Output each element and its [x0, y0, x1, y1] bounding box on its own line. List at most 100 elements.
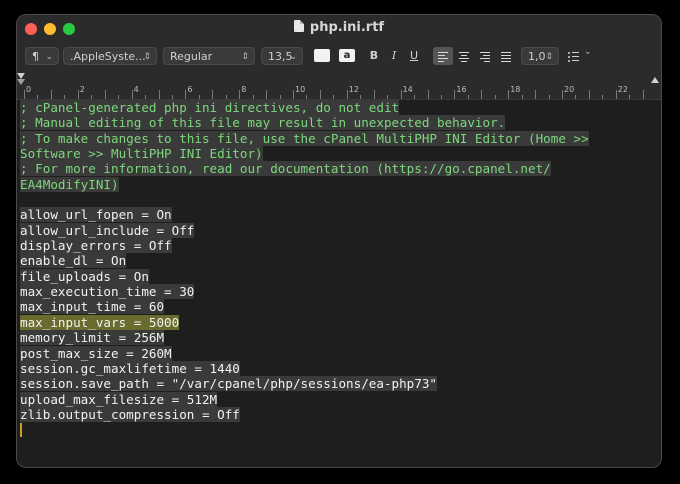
directive-line[interactable]: zlib.output_compression = Off	[20, 406, 640, 422]
line-text: ; Manual editing of this file may result…	[20, 115, 506, 131]
comment-line[interactable]: ; cPanel-generated php ini directives, d…	[20, 100, 640, 115]
comment-line[interactable]: ; For more information, read our documen…	[20, 161, 640, 177]
ruler[interactable]: 0 2 4 6 8 10 12 14 16 18 20 22	[17, 71, 661, 100]
ruler-label: 22	[617, 85, 628, 94]
comment-line[interactable]: ; To make changes to this file, use the …	[20, 130, 640, 146]
align-right-button[interactable]	[475, 47, 495, 65]
up-down-chevron-icon: ⇕	[545, 52, 553, 62]
ruler-tick	[481, 90, 483, 99]
line-text: max_input_time = 60	[20, 299, 165, 315]
font-style-popup[interactable]: Regular ⇕	[163, 47, 255, 65]
line-text: EA4ModifyINI)	[20, 176, 119, 192]
directive-line[interactable]: session.gc_maxlifetime = 1440	[20, 360, 640, 376]
ruler-label: 2	[79, 85, 85, 94]
window-title: php.ini.rtf	[309, 20, 385, 35]
ruler-tick	[225, 95, 227, 99]
directive-line[interactable]: post_max_size = 260M	[20, 345, 640, 361]
alignment-segmented-control	[433, 47, 519, 65]
line-text: display_errors = Off	[20, 238, 172, 254]
paragraph-style-popup[interactable]: ¶ ⌄	[25, 47, 59, 65]
ruler-tick	[185, 90, 187, 99]
directive-line[interactable]: file_uploads = On	[20, 268, 640, 284]
ruler-tick	[37, 95, 39, 99]
ruler-tick	[239, 90, 241, 99]
up-down-chevron-icon: ⇕	[143, 52, 151, 62]
comment-line[interactable]: EA4ModifyINI)	[20, 176, 640, 192]
align-left-button[interactable]	[433, 47, 453, 65]
italic-button[interactable]: I	[387, 47, 401, 65]
ruler-tick	[588, 90, 590, 99]
directive-line[interactable]: upload_max_filesize = 512M	[20, 391, 640, 407]
directive-line[interactable]: allow_url_include = Off	[20, 222, 640, 238]
textedit-window: php.ini.rtf ¶ ⌄ .AppleSyste... ⇕ Regular…	[16, 14, 662, 468]
line-text: memory_limit = 256M	[20, 330, 165, 346]
line-text: Software >> MultiPHP INI Editor)	[20, 146, 263, 162]
ruler-tick	[562, 90, 563, 99]
font-family-label: .AppleSyste...	[70, 50, 146, 63]
line-spacing-value: 1,0	[528, 50, 546, 63]
ruler-tick	[508, 90, 510, 99]
ruler-tick	[306, 95, 308, 99]
document-text-area[interactable]: ; cPanel-generated php ini directives, d…	[17, 100, 661, 467]
comment-line[interactable]: Software >> MultiPHP INI Editor)	[20, 146, 640, 162]
align-center-button[interactable]	[454, 47, 474, 65]
font-family-popup[interactable]: .AppleSyste... ⇕	[63, 47, 157, 65]
title-bar[interactable]: php.ini.rtf	[17, 15, 661, 43]
line-text: session.gc_maxlifetime = 1440	[20, 360, 240, 376]
ruler-label: 18	[510, 85, 521, 94]
chevron-down-icon: ⌄	[45, 52, 53, 62]
ruler-tick	[212, 90, 214, 99]
ruler-tick	[333, 95, 335, 99]
align-justify-button[interactable]	[496, 47, 516, 65]
window-title-group: php.ini.rtf	[17, 20, 661, 35]
directive-line[interactable]: allow_url_fopen = On	[20, 207, 640, 223]
bold-button[interactable]: B	[367, 47, 381, 65]
ruler-tick	[346, 90, 348, 99]
ruler-tick	[494, 95, 496, 99]
comment-line[interactable]: ; Manual editing of this file may result…	[20, 115, 640, 131]
line-text: ; cPanel-generated php ini directives, d…	[20, 100, 400, 115]
directive-line[interactable]: max_input_time = 60	[20, 299, 640, 315]
ruler-tick	[252, 95, 254, 99]
text-insertion-cursor	[20, 423, 22, 438]
underline-button[interactable]: U	[407, 47, 421, 65]
line-text: upload_max_filesize = 512M	[20, 391, 218, 407]
rtf-document-icon	[293, 20, 304, 32]
directive-line[interactable]: max_input_vars = 5000	[20, 314, 640, 330]
line-text: session.save_path = "/var/cpanel/php/ses…	[20, 376, 438, 392]
ruler-tick	[293, 90, 294, 99]
ruler-tick	[427, 90, 429, 99]
right-margin-marker-icon[interactable]	[651, 77, 659, 83]
ruler-tick	[198, 95, 200, 99]
ruler-tick	[24, 90, 25, 99]
ruler-label: 14	[402, 85, 413, 94]
directive-line[interactable]: memory_limit = 256M	[20, 330, 640, 346]
ruler-tick	[521, 95, 523, 99]
line-text: ; To make changes to this file, use the …	[20, 130, 589, 146]
ruler-label: 20	[564, 85, 575, 94]
line-text: file_uploads = On	[20, 268, 149, 284]
ruler-tick	[454, 90, 456, 99]
directive-line[interactable]: enable_dl = On	[20, 253, 640, 269]
font-size-combo[interactable]: 13,5 ⌄	[261, 47, 303, 65]
ruler-label: 12	[348, 85, 359, 94]
list-bullets-button[interactable]: ⌄	[563, 47, 593, 65]
directive-line[interactable]: max_execution_time = 30	[20, 284, 640, 300]
directive-line[interactable]: display_errors = Off	[20, 238, 640, 254]
ruler-tick	[131, 90, 133, 99]
ruler-label: 6	[187, 85, 193, 94]
chevron-down-icon: ⌄	[584, 47, 592, 57]
highlight-color-well[interactable]: a	[339, 49, 355, 62]
ruler-tick	[642, 90, 644, 99]
first-line-indent-marker-icon[interactable]	[17, 79, 25, 85]
line-text: post_max_size = 260M	[20, 345, 172, 361]
ruler-tick	[373, 90, 375, 99]
line-spacing-popup[interactable]: 1,0 ⇕	[521, 47, 559, 65]
ruler-tick	[77, 90, 79, 99]
directive-line[interactable]: session.save_path = "/var/cpanel/php/ses…	[20, 376, 640, 392]
ruler-tick	[50, 90, 52, 99]
blank-line[interactable]	[20, 192, 640, 207]
text-color-well[interactable]	[314, 49, 330, 62]
line-text: max_execution_time = 30	[20, 284, 195, 300]
ruler-tick	[575, 95, 577, 99]
